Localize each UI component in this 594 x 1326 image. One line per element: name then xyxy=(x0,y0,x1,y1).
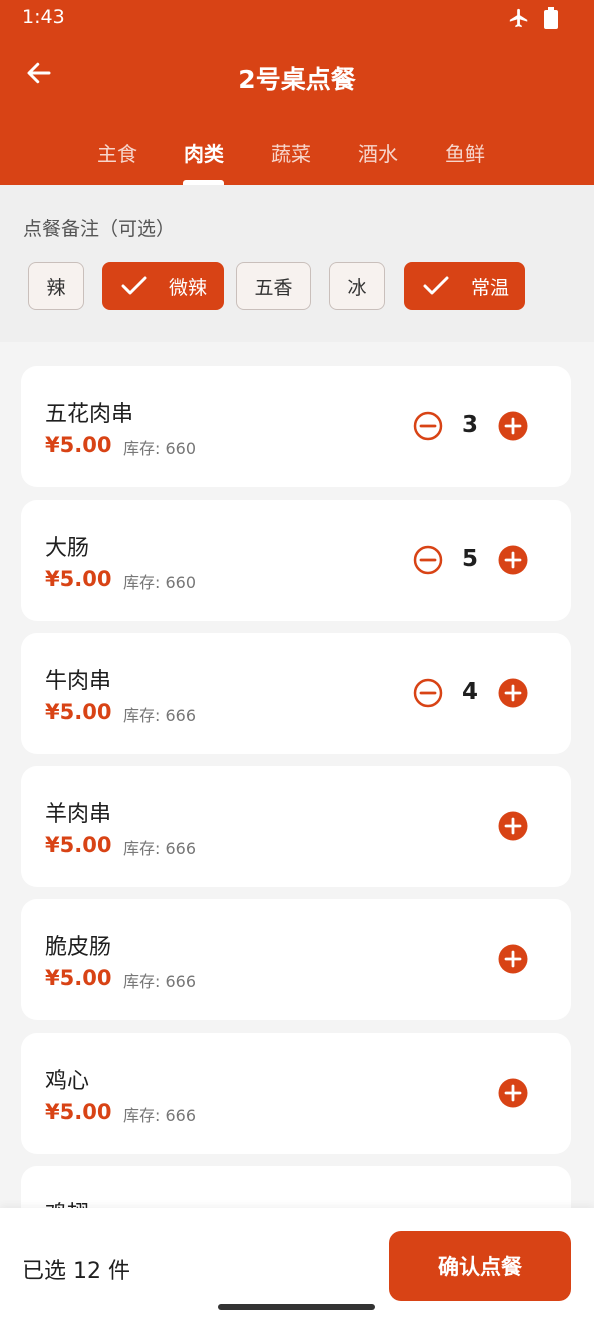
chip-label: 常温 xyxy=(471,276,510,299)
minus-circle-icon[interactable] xyxy=(413,545,443,575)
chip-label: 五香 xyxy=(254,276,293,299)
tab-vegetables[interactable]: 蔬菜 xyxy=(261,138,321,167)
chip-mild-spicy[interactable]: 微辣 xyxy=(102,262,224,310)
item-price: ¥5.00 xyxy=(45,1100,112,1124)
item-stock: 库存: 666 xyxy=(123,1106,197,1125)
item-name: 大肠 xyxy=(45,536,90,561)
list-item: 五花肉串 ¥5.00 库存: 660 3 xyxy=(21,366,571,487)
chip-five-spice[interactable]: 五香 xyxy=(236,262,311,310)
bottom-bar: 已选 12 件 确认点餐 xyxy=(0,1208,594,1326)
tab-staple[interactable]: 主食 xyxy=(87,138,147,167)
check-icon xyxy=(421,274,451,298)
battery-icon xyxy=(544,7,558,33)
minus-circle-icon[interactable] xyxy=(413,678,443,708)
item-stock: 库存: 660 xyxy=(123,439,197,458)
item-quantity: 5 xyxy=(461,546,478,572)
plus-circle-icon[interactable] xyxy=(498,944,528,974)
item-quantity: 4 xyxy=(461,679,478,705)
tab-meat[interactable]: 肉类 xyxy=(174,138,234,167)
item-name: 五花肉串 xyxy=(45,402,134,427)
tab-drinks[interactable]: 酒水 xyxy=(348,138,408,167)
category-tabs: 主食 肉类 蔬菜 酒水 鱼鲜 xyxy=(0,130,594,185)
notes-label: 点餐备注（可选） xyxy=(23,218,176,240)
list-item: 羊肉串 ¥5.00 库存: 666 xyxy=(21,766,571,887)
item-name: 鸡心 xyxy=(45,1069,90,1094)
plus-circle-icon[interactable] xyxy=(498,811,528,841)
plus-circle-icon[interactable] xyxy=(498,1078,528,1108)
tab-seafood[interactable]: 鱼鲜 xyxy=(435,138,495,167)
item-name: 鸡翅 xyxy=(45,1196,89,1208)
page-title: 2号桌点餐 xyxy=(238,65,356,94)
order-notes: 点餐备注（可选） 辣 微辣 五香 冰 常温 xyxy=(0,185,594,342)
item-list[interactable]: 五花肉串 ¥5.00 库存: 660 3 大肠 ¥5.00 库存: 660 5 … xyxy=(0,342,594,1208)
minus-circle-icon[interactable] xyxy=(413,411,443,441)
chip-ice[interactable]: 冰 xyxy=(329,262,385,310)
list-item: 鸡心 ¥5.00 库存: 666 xyxy=(21,1033,571,1154)
check-icon xyxy=(119,274,149,298)
selected-count: 已选 12 件 xyxy=(22,1259,130,1284)
list-item: 牛肉串 ¥5.00 库存: 666 4 xyxy=(21,633,571,754)
chip-spicy[interactable]: 辣 xyxy=(28,262,84,310)
item-price: ¥5.00 xyxy=(45,433,112,457)
item-price: ¥5.00 xyxy=(45,966,112,990)
chip-label: 冰 xyxy=(347,276,367,299)
plus-circle-icon[interactable] xyxy=(498,545,528,575)
item-stock: 库存: 666 xyxy=(123,706,197,725)
item-quantity: 3 xyxy=(461,412,478,438)
item-stock: 库存: 666 xyxy=(123,972,197,991)
item-price: ¥5.00 xyxy=(45,567,112,591)
home-indicator[interactable] xyxy=(218,1304,375,1310)
status-bar: 1:43 xyxy=(0,0,594,36)
list-item: 鸡翅 xyxy=(21,1166,571,1208)
confirm-order-button[interactable]: 确认点餐 xyxy=(389,1231,571,1301)
chip-label: 微辣 xyxy=(169,276,208,299)
list-item: 大肠 ¥5.00 库存: 660 5 xyxy=(21,500,571,621)
plus-circle-icon[interactable] xyxy=(498,411,528,441)
item-name: 羊肉串 xyxy=(45,802,112,827)
status-time: 1:43 xyxy=(22,6,65,28)
chip-room-temp[interactable]: 常温 xyxy=(404,262,525,310)
airplane-icon xyxy=(508,7,530,33)
chip-label: 辣 xyxy=(46,276,66,299)
item-name: 脆皮肠 xyxy=(45,935,112,960)
item-stock: 库存: 666 xyxy=(123,839,197,858)
item-price: ¥5.00 xyxy=(45,700,112,724)
plus-circle-icon[interactable] xyxy=(498,678,528,708)
item-name: 牛肉串 xyxy=(45,669,112,694)
app-header: 1:43 2号桌点餐 主食 肉类 蔬菜 酒水 鱼鲜 xyxy=(0,0,594,185)
list-item: 脆皮肠 ¥5.00 库存: 666 xyxy=(21,899,571,1020)
item-stock: 库存: 660 xyxy=(123,573,197,592)
item-price: ¥5.00 xyxy=(45,833,112,857)
